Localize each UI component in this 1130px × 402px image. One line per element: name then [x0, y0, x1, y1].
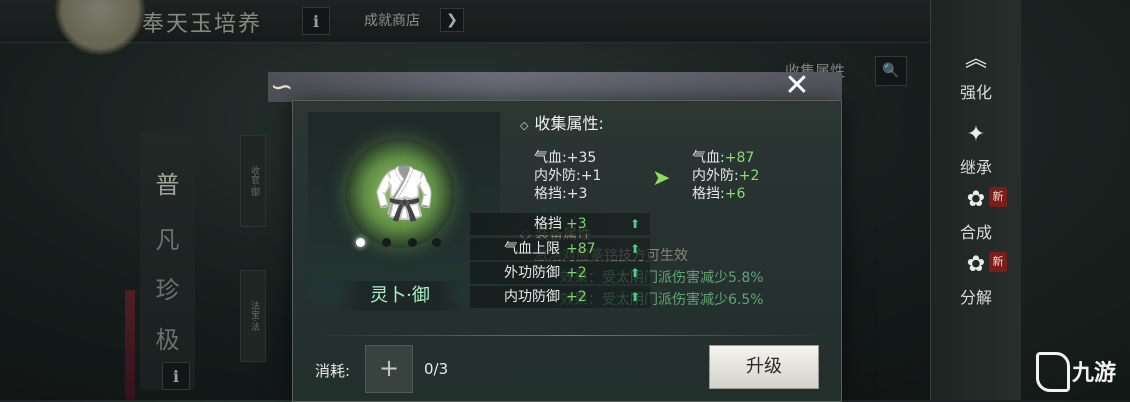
arrow-up-icon: ⬆ — [630, 290, 641, 304]
menu-inherit[interactable]: ✦ 继承 — [931, 120, 1021, 190]
modal-header — [268, 72, 842, 102]
new-badge: 新 — [989, 252, 1007, 272]
page-dot[interactable] — [356, 238, 365, 247]
item-name: 灵卜·御 — [338, 281, 462, 311]
menu-synthesize[interactable]: 新 ✿ 合成 — [931, 185, 1021, 255]
overlay-stat-row: 内功防御 +2 ⬆ — [470, 286, 650, 308]
page-dot[interactable] — [408, 238, 417, 247]
menu-label: 合成 — [959, 223, 992, 242]
upgrade-button[interactable]: 升级 — [709, 345, 819, 389]
cloud-decoration-icon: ∽ — [270, 70, 294, 103]
stat-row: 气血:+35 — [534, 150, 597, 166]
overlay-stat-row: 外功防御 +2 ⬆ — [470, 262, 650, 284]
right-menu: ︽ 强化 ✦ 继承 新 ✿ 合成 新 ✿ 分解 — [930, 0, 1021, 400]
collect-stats: ◇ 收集属性: — [520, 110, 840, 134]
new-badge: 新 — [989, 187, 1007, 207]
watermark-logo-icon — [1036, 352, 1070, 392]
current-stats: 气血:+35 内外防:+1 格挡:+3 — [534, 149, 601, 203]
menu-strengthen[interactable]: ︽ 强化 — [931, 45, 1021, 115]
add-material-button[interactable]: + — [365, 345, 413, 393]
decompose-icon: ✿ — [966, 252, 986, 277]
section-title: ◇ 收集属性: — [520, 114, 604, 133]
martial-artist-icon: 🥋 — [373, 164, 436, 222]
diamond-icon: ◇ — [520, 119, 529, 132]
strengthen-icon: ︽ — [964, 47, 987, 72]
upgrade-arrow-icon: ➤ — [652, 166, 671, 191]
menu-decompose[interactable]: 新 ✿ 分解 — [931, 250, 1021, 320]
stat-row: 内外防:+1 — [534, 168, 602, 184]
arrow-up-icon: ⬆ — [630, 266, 641, 280]
menu-label: 继承 — [959, 158, 992, 177]
cost-label: 消耗: — [315, 362, 351, 380]
arrow-up-icon: ⬆ — [630, 217, 641, 231]
page-dot[interactable] — [382, 238, 391, 247]
stat-row: 内外防:+2 — [692, 168, 760, 184]
inherit-icon: ✦ — [966, 122, 986, 147]
overlay-stat-row: 格挡 +3 ⬆ — [470, 213, 650, 235]
divider — [310, 335, 830, 336]
close-icon[interactable]: ✕ — [776, 68, 818, 106]
menu-label: 强化 — [959, 83, 992, 102]
page-dot[interactable] — [432, 238, 441, 247]
stat-row: 格挡:+6 — [692, 186, 746, 202]
menu-label: 分解 — [959, 288, 992, 307]
overlay-stat-row: 气血上限 +87 ⬆ — [470, 238, 650, 260]
cost-count: 0/3 — [424, 360, 449, 378]
watermark: 九游 — [1072, 361, 1117, 386]
next-stats: 气血:+87 内外防:+2 格挡:+6 — [692, 149, 759, 203]
synthesize-icon: ✿ — [966, 187, 986, 212]
arrow-up-icon: ⬆ — [630, 242, 641, 256]
stat-row: 格挡:+3 — [534, 186, 588, 202]
stat-row: 气血:+87 — [692, 150, 755, 166]
